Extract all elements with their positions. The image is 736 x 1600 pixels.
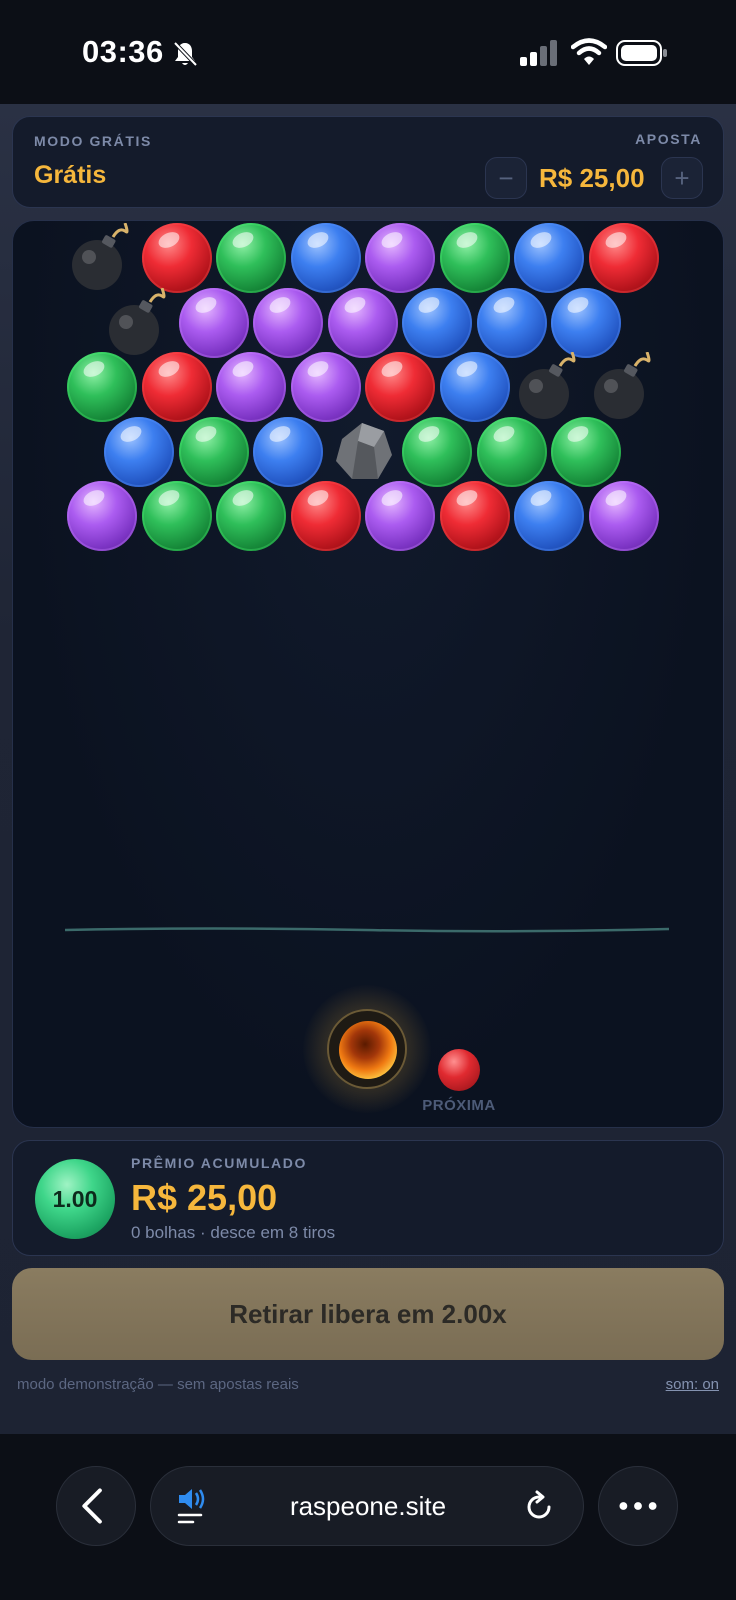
bubble-purple <box>253 287 324 358</box>
next-ball <box>438 1049 480 1091</box>
sound-toggle[interactable]: som: on <box>666 1376 719 1393</box>
bubble-green <box>216 481 286 551</box>
bubble-green <box>402 416 473 487</box>
bubble-blue <box>551 287 622 358</box>
decrease-bet-button[interactable]: − <box>485 157 527 199</box>
bet-label: APOSTA <box>635 131 702 147</box>
status-bar: 03:36 <box>0 0 736 104</box>
bomb-icon <box>514 351 584 422</box>
bubble-purple <box>216 352 286 422</box>
bubble-green <box>476 416 547 487</box>
bomb-icon <box>67 222 137 293</box>
multiplier-badge: 1.00 <box>35 1159 115 1239</box>
bubble-green <box>67 352 137 422</box>
bubble-green <box>551 416 622 487</box>
bubble-blue <box>402 287 473 358</box>
bubble-purple <box>327 287 398 358</box>
game-app: MODO GRÁTIS Grátis APOSTA − R$ 25,00 + P… <box>0 104 736 1434</box>
bubble-green <box>216 223 286 293</box>
back-button[interactable] <box>56 1466 136 1546</box>
url-text: raspeone.site <box>289 1491 447 1521</box>
back-icon <box>82 1488 102 1524</box>
bubble-purple <box>290 352 361 422</box>
bubble-red <box>588 223 659 293</box>
bubble-blue <box>514 223 584 293</box>
bubble-purple <box>365 481 435 551</box>
more-icon <box>619 1502 657 1510</box>
bubble-red <box>290 481 361 551</box>
bomb-icon <box>104 287 174 358</box>
bubble-blue <box>439 352 510 422</box>
mode-value: Grátis <box>34 161 107 189</box>
prize-card: 1.00 PRÊMIO ACUMULADO R$ 25,00 0 bolhas … <box>12 1140 724 1256</box>
danger-line <box>65 927 669 933</box>
cashout-button[interactable]: Retirar libera em 2.00x <box>12 1268 724 1360</box>
bubble-blue <box>476 287 547 358</box>
browser-toolbar: raspeone.site <box>0 1434 736 1600</box>
rock-icon <box>328 417 398 487</box>
game-board[interactable]: PRÓXIMA <box>12 220 724 1128</box>
address-bar[interactable]: raspeone.site <box>150 1466 584 1546</box>
mode-label: MODO GRÁTIS <box>34 133 152 149</box>
bubble-blue <box>253 416 324 487</box>
shooter[interactable] <box>303 985 431 1113</box>
bubble-purple <box>67 481 137 551</box>
fireball-icon <box>339 1021 397 1079</box>
reload-icon[interactable] <box>521 1489 557 1525</box>
bubble-blue <box>104 416 175 487</box>
signal-icon <box>520 40 557 66</box>
demo-mode-note: modo demonstração — sem apostas reais <box>17 1376 299 1393</box>
bubble-blue <box>290 223 361 293</box>
more-button[interactable] <box>598 1466 678 1546</box>
prize-subtitle: 0 bolhas · desce em 8 tiros <box>131 1223 336 1242</box>
next-label: PRÓXIMA <box>422 1097 496 1114</box>
bet-card: MODO GRÁTIS Grátis APOSTA − R$ 25,00 + <box>12 116 724 208</box>
battery-icon <box>616 40 667 66</box>
bubble-green <box>178 416 249 487</box>
wifi-icon <box>571 38 607 65</box>
bell-off-icon <box>173 41 198 67</box>
bubble-purple <box>365 223 435 293</box>
bubble-green <box>439 223 510 293</box>
bubble-red <box>439 481 510 551</box>
bubble-red <box>141 352 212 422</box>
increase-bet-button[interactable]: + <box>661 157 703 199</box>
prize-label: PRÊMIO ACUMULADO <box>131 1155 307 1171</box>
shooter-ring <box>327 1009 407 1089</box>
bubble-red <box>365 352 435 422</box>
bubble-blue <box>514 481 584 551</box>
bubble-green <box>141 481 212 551</box>
bet-value: R$ 25,00 <box>539 163 645 193</box>
bomb-icon <box>589 351 659 422</box>
bubble-purple <box>178 287 249 358</box>
clock: 03:36 <box>82 34 164 69</box>
bubble-purple <box>588 481 659 551</box>
prize-value: R$ 25,00 <box>131 1177 278 1218</box>
bubble-red <box>141 223 212 293</box>
